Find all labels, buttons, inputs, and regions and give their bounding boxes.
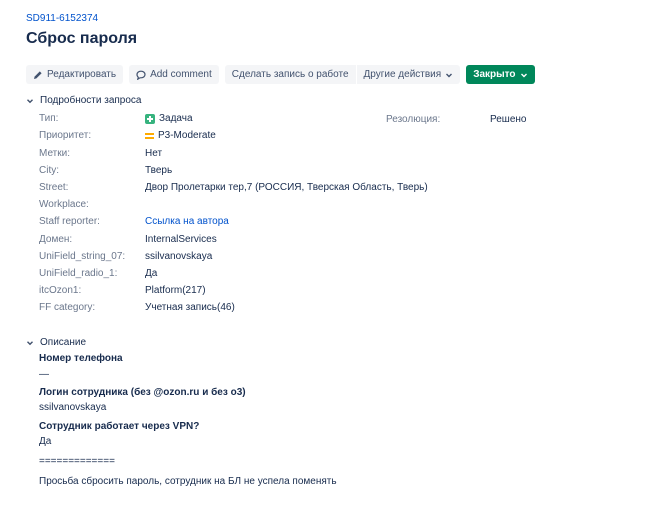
issue-page: SD911-6152374 Сброс пароля Редактировать… <box>0 0 672 512</box>
chevron-down-icon <box>520 71 528 79</box>
page-title: Сброс пароля <box>26 30 138 47</box>
description-heading: Описание <box>40 337 87 348</box>
field-value: Нет <box>145 148 163 159</box>
pencil-icon <box>33 70 43 80</box>
field-value-text: Задача <box>159 113 193 124</box>
description-section-toggle[interactable]: Описание <box>26 337 86 348</box>
issue-toolbar: Редактировать Add comment Сделать запись… <box>26 65 541 84</box>
status-label: Закрыто <box>473 69 516 80</box>
description-line: ssilvanovskaya <box>39 402 107 413</box>
field-value: Задача <box>145 112 193 126</box>
description-line: — <box>39 369 49 380</box>
description-line: Логин сотрудника (без @ozon.ru и без o3) <box>39 387 246 398</box>
chevron-down-icon <box>26 339 34 347</box>
comment-icon <box>136 70 146 80</box>
field-label: Street: <box>39 182 69 193</box>
log-work-button[interactable]: Сделать запись о работе <box>224 65 356 84</box>
details-section-toggle[interactable]: Подробности запроса <box>26 95 142 106</box>
field-label: City: <box>39 165 59 176</box>
more-actions-label: Другие действия <box>363 69 442 80</box>
field-label: itcOzon1: <box>39 285 82 296</box>
log-work-label: Сделать запись о работе <box>231 69 349 80</box>
issue-key-link[interactable]: SD911-6152374 <box>26 13 98 24</box>
resolution-label: Резолюция: <box>386 114 441 125</box>
field-value: ssilvanovskaya <box>145 251 213 262</box>
author-link[interactable]: Ссылка на автора <box>145 215 229 229</box>
field-value-text: P3-Moderate <box>158 130 216 141</box>
description-line: Номер телефона <box>39 353 123 364</box>
task-plus-icon <box>145 114 155 124</box>
edit-button-label: Редактировать <box>47 69 117 80</box>
description-line: Сотрудник работает через VPN? <box>39 421 200 432</box>
resolution-value: Решено <box>490 114 527 125</box>
add-comment-button[interactable]: Add comment <box>129 65 219 84</box>
priority-medium-icon <box>145 133 154 139</box>
field-label: Тип: <box>39 113 59 124</box>
more-actions-button[interactable]: Другие действия <box>356 65 461 84</box>
field-value: Тверь <box>145 165 173 176</box>
field-value: P3-Moderate <box>145 129 216 143</box>
field-value: Platform(217) <box>145 285 206 296</box>
add-comment-label: Add comment <box>150 69 212 80</box>
field-label: Staff reporter: <box>39 216 100 227</box>
chevron-down-icon <box>445 71 453 79</box>
field-label: UniField_string_07: <box>39 251 126 262</box>
details-heading: Подробности запроса <box>40 95 142 106</box>
field-value: InternalServices <box>145 234 217 245</box>
edit-button[interactable]: Редактировать <box>26 65 124 84</box>
field-label: Workplace: <box>39 199 89 210</box>
field-value: Учетная запись(46) <box>145 302 235 313</box>
description-line: Да <box>39 436 52 447</box>
field-value: Двор Пролетарки тер,7 (РОССИЯ, Тверская … <box>145 182 428 193</box>
field-label: FF category: <box>39 302 96 313</box>
field-label: Приоритет: <box>39 130 92 141</box>
chevron-down-icon <box>26 97 34 105</box>
field-label: Метки: <box>39 148 70 159</box>
field-label: UniField_radio_1: <box>39 268 118 279</box>
description-line: ============= <box>39 456 115 467</box>
status-button[interactable]: Закрыто <box>466 65 535 84</box>
field-value: Да <box>145 268 158 279</box>
field-label: Домен: <box>39 234 73 245</box>
description-line: Просьба сбросить пароль, сотрудник на БЛ… <box>39 476 337 487</box>
field-value: Ссылка на автора <box>145 215 229 229</box>
